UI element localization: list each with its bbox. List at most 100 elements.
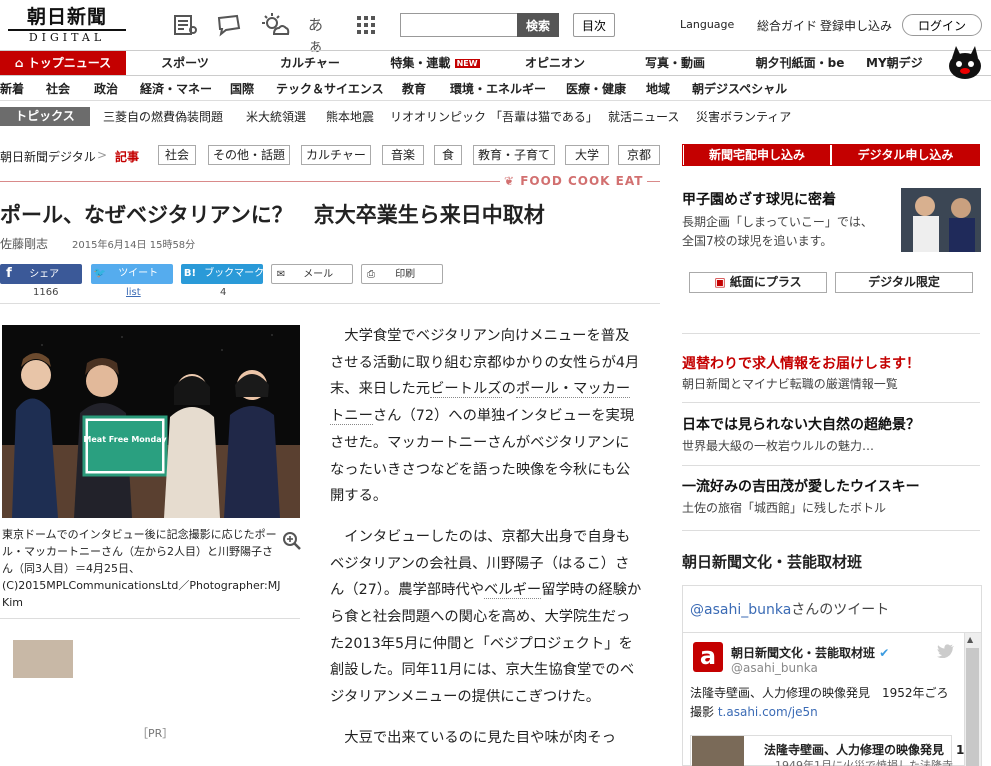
category-tech-science[interactable]: テック＆サイエンス	[276, 80, 384, 97]
print-button[interactable]: ⎙ 印刷	[361, 264, 443, 284]
nav-culture[interactable]: カルチャー	[250, 51, 370, 75]
category-latest[interactable]: 新着	[0, 80, 24, 97]
twitter-tweet-button[interactable]: 🐦 ツイート	[91, 264, 173, 284]
breadcrumb-home[interactable]: 朝日新聞デジタル	[0, 148, 96, 165]
ad-title[interactable]: 一流好みの吉田茂が愛したウイスキー	[682, 476, 920, 496]
nav-print-edition[interactable]: 朝夕刊紙面・be	[740, 51, 860, 75]
promo-image[interactable]	[901, 188, 981, 252]
tag-link[interactable]: 京都	[618, 145, 660, 165]
tag-link[interactable]: 食	[434, 145, 462, 165]
twitter-widget-header: @asahi_bunkaさんのツイート	[690, 599, 889, 619]
subscribe-paper-button[interactable]: 新聞宅配申し込み	[684, 145, 830, 165]
weather-icon[interactable]	[260, 12, 290, 38]
topics-bar: トピックス 三菱自の燃費偽装問題 米大統領選 熊本地震 リオオリンピック 「吾輩…	[0, 104, 991, 128]
topic-item[interactable]: リオオリンピック	[390, 108, 486, 125]
category-politics[interactable]: 政治	[94, 80, 118, 97]
paper-plus-button[interactable]: ▣ 紙面にプラス	[689, 272, 827, 293]
divider	[682, 530, 980, 531]
topic-item[interactable]: 三菱自の燃費偽装問題	[103, 108, 223, 125]
subscribe-digital-button[interactable]: デジタル申し込み	[832, 145, 979, 165]
button-label: 紙面にプラス	[729, 275, 802, 289]
nav-sports[interactable]: スポーツ	[130, 51, 240, 75]
category-society[interactable]: 社会	[46, 80, 70, 97]
article-author: 佐藤剛志	[0, 237, 49, 251]
zoom-in-icon[interactable]	[282, 531, 302, 551]
twitter-list-link[interactable]: list	[126, 287, 141, 298]
twitter-account-name[interactable]: 朝日新聞文化・芸能取材班 ✔	[731, 644, 889, 661]
article-photo[interactable]: Meat Free Monday	[2, 325, 300, 518]
nav-label: トップニュース	[27, 56, 112, 70]
search-button[interactable]: 検索	[517, 13, 559, 37]
category-environment[interactable]: 環境・エネルギー	[450, 80, 546, 97]
topic-item[interactable]: 米大統領選	[246, 108, 306, 125]
search-input[interactable]	[400, 13, 518, 37]
category-nav: 新着 社会 政治 経済・マネー 国際 テック＆サイエンス 教育 環境・エネルギー…	[0, 76, 991, 101]
category-economy[interactable]: 経済・マネー	[140, 80, 212, 97]
ad-thumbnail[interactable]	[13, 640, 73, 678]
font-size-icon[interactable]: あぁ	[308, 14, 334, 55]
nav-top-news[interactable]: ⌂ トップニュース	[0, 51, 126, 75]
category-education[interactable]: 教育	[402, 80, 426, 97]
mascot-icon	[949, 46, 981, 79]
tweet-link[interactable]: t.asahi.com/je5n	[718, 705, 818, 719]
message-icon[interactable]	[216, 12, 242, 38]
ad-description: 世界最大級の一枚岩ウルルの魅力…	[682, 439, 875, 453]
login-button[interactable]: ログイン	[902, 14, 982, 36]
hatena-bookmark-button[interactable]: B! ブックマーク	[181, 264, 264, 284]
guide-link[interactable]: 総合ガイド	[757, 17, 817, 34]
divider	[682, 402, 980, 403]
twitter-avatar[interactable]: a	[693, 642, 723, 672]
photo-sign-text: Meat Free Monday	[83, 435, 167, 444]
grid-menu-icon[interactable]	[356, 12, 376, 38]
signup-link[interactable]: 登録申し込み	[820, 17, 892, 34]
tag-link[interactable]: その他・話題	[208, 145, 290, 165]
category-region[interactable]: 地域	[646, 80, 670, 97]
twitter-bird-icon[interactable]	[937, 644, 955, 658]
share-label: シェア	[29, 269, 60, 280]
new-badge: NEW	[454, 58, 480, 68]
topic-item[interactable]: 熊本地震	[326, 108, 374, 125]
category-special[interactable]: 朝デジスペシャル	[692, 80, 787, 97]
category-international[interactable]: 国際	[230, 80, 254, 97]
nav-opinion[interactable]: オピニオン	[500, 51, 610, 75]
tag-link[interactable]: 教育・子育て	[473, 145, 555, 165]
mail-button[interactable]: ✉ メール	[271, 264, 353, 284]
tweet-text: 法隆寺壁画、人力修理の映像発見 1952年ごろ撮影 t.asahi.com/je…	[690, 684, 950, 722]
article-body: 大学食堂でベジタリアン向けメニューを普及させる活動に取り組む京都ゆかりの女性らが…	[330, 323, 642, 766]
keyword-link-beatles[interactable]: ビートルズ	[430, 381, 502, 399]
article-paragraph: 大学食堂でベジタリアン向けメニューを普及させる活動に取り組む京都ゆかりの女性らが…	[330, 323, 642, 510]
topic-item[interactable]: 災害ボランティア	[696, 108, 791, 125]
promo-title[interactable]: 甲子園めざす球児に密着	[682, 189, 836, 209]
newspaper-icon[interactable]	[172, 12, 198, 38]
scroll-up-arrow-icon[interactable]: ▲	[967, 635, 973, 644]
text-run: 留学時の経験から食と社会問題への関心を高め、大学院生だった2013年5月に仲間と…	[330, 582, 642, 706]
verified-icon: ✔	[879, 646, 890, 660]
tweet-card-subtitle: 1949年1月に火災で焼損した法隆寺	[775, 759, 953, 766]
index-button[interactable]: 目次	[573, 13, 615, 37]
ad-title[interactable]: 週替わりで求人情報をお届けします！	[682, 353, 920, 373]
food-icon: ❦	[504, 174, 521, 188]
tag-link[interactable]: 音楽	[382, 145, 424, 165]
tag-link[interactable]: 社会	[158, 145, 196, 165]
nav-my-asahi[interactable]: MY朝デジ	[866, 51, 946, 75]
category-medical[interactable]: 医療・健康	[566, 80, 626, 97]
topic-item[interactable]: 就活ニュース	[608, 108, 679, 125]
ad-description: 土佐の旅宿「城西館」に残したボトル	[682, 501, 887, 515]
divider	[682, 465, 980, 466]
tag-link[interactable]: 大学	[565, 145, 609, 165]
twitter-handle-link[interactable]: @asahi_bunka	[690, 602, 791, 618]
keyword-link-belgium[interactable]: ベルギー	[484, 582, 542, 600]
digital-only-button[interactable]: デジタル限定	[835, 272, 973, 293]
asahi-digital-logo[interactable]: 朝日新聞 DIGITAL	[8, 6, 126, 46]
tag-link[interactable]: カルチャー	[301, 145, 371, 165]
topic-item[interactable]: 「吾輩は猫である」	[490, 108, 598, 125]
nav-photo-video[interactable]: 写真・動画	[620, 51, 730, 75]
nav-features[interactable]: 特集・連載 NEW	[380, 51, 490, 75]
language-link[interactable]: Language	[680, 18, 734, 31]
facebook-share-button[interactable]: f シェア	[0, 264, 82, 284]
section-label-text: FOOD COOK EAT	[520, 174, 644, 188]
scrollbar-thumb[interactable]	[966, 648, 979, 766]
promo-illustration	[901, 188, 981, 252]
hatena-icon: B!	[183, 268, 197, 279]
ad-title[interactable]: 日本では見られない大自然の超絶景？	[682, 414, 920, 434]
